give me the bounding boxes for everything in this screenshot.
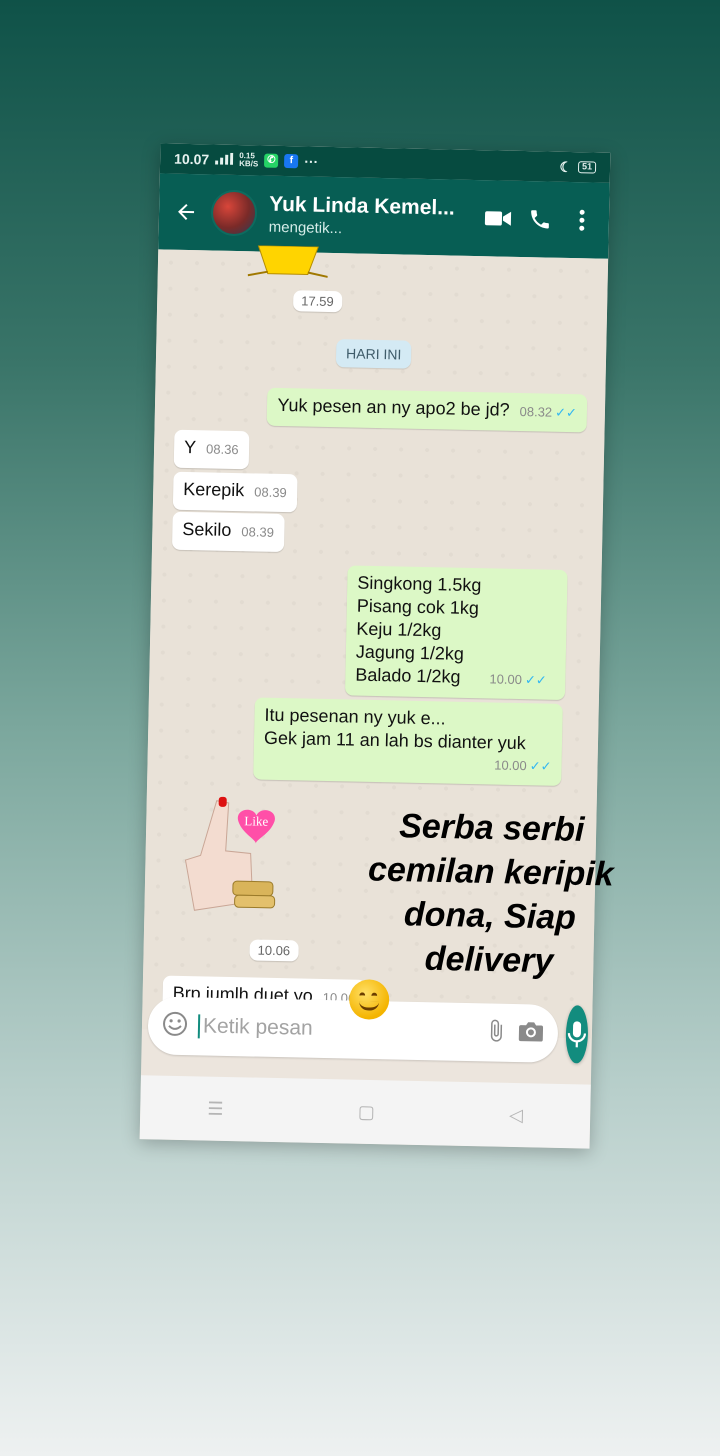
message-line: Jagung 1/2kg xyxy=(355,641,465,664)
message-time: 08.32 xyxy=(519,403,553,420)
contact-name: Yuk Linda Kemel... xyxy=(268,192,456,220)
moon-icon: ☾ xyxy=(559,158,573,175)
back-arrow-icon[interactable] xyxy=(169,200,203,225)
read-ticks-icon: ✓✓ xyxy=(554,404,578,421)
battery-indicator: 51 xyxy=(577,161,597,174)
nav-menu-icon[interactable]: ☰ xyxy=(207,1098,224,1119)
message-text: Sekilo xyxy=(182,518,232,540)
message-time: 08.39 xyxy=(254,484,287,501)
message-time: 08.36 xyxy=(205,441,239,458)
more-vert-icon[interactable] xyxy=(565,209,599,232)
caption-line: dona, Siap xyxy=(403,895,577,937)
whatsapp-notif-icon: ✆ xyxy=(264,153,279,168)
nav-back-icon[interactable]: ◁ xyxy=(509,1104,523,1125)
typing-status: mengetik... xyxy=(268,218,343,237)
caption-line: cemilan keripik xyxy=(367,850,615,894)
avatar[interactable] xyxy=(210,189,258,237)
facebook-notif-icon: f xyxy=(284,153,299,169)
sticker-partial-image xyxy=(247,245,328,278)
network-speed: 0.15 KB/S xyxy=(239,151,259,169)
message-text: Kerepik xyxy=(183,478,245,501)
sticker-time: 17.59 xyxy=(292,290,342,313)
message-time: 10.00 xyxy=(494,757,527,774)
message-time: 08.39 xyxy=(241,524,275,540)
chat-header: Yuk Linda Kemel... mengetik... xyxy=(158,173,610,259)
read-ticks-icon: ✓✓ xyxy=(524,672,547,688)
smiling-hug-emoji xyxy=(348,979,390,1020)
system-nav-bar: ☰ ▢ ◁ xyxy=(139,1075,591,1149)
promo-caption: Serba serbi cemilan keripik dona, Siap d… xyxy=(343,803,637,1025)
signal-icon xyxy=(215,152,234,168)
phone-icon[interactable] xyxy=(523,207,557,232)
video-call-icon[interactable] xyxy=(481,208,515,229)
message-outgoing[interactable]: Singkong 1.5kg Pisang cok 1kg Keju 1/2kg… xyxy=(344,565,568,700)
status-time: 10.07 xyxy=(173,150,210,168)
message-line: Balado 1/2kg xyxy=(355,664,461,687)
message-outgoing[interactable]: Itu pesenan ny yuk e... Gek jam 11 an la… xyxy=(253,697,563,786)
sticker-time: 10.06 xyxy=(249,939,299,962)
message-text: Yuk pesen an ny apo2 be jd? xyxy=(277,394,510,420)
message-time: 10.00 xyxy=(489,671,523,688)
like-sticker-label: Like xyxy=(244,813,268,829)
caption-word: delivery xyxy=(424,939,554,981)
message-outgoing[interactable]: Yuk pesen an ny apo2 be jd? 08.32 ✓✓ xyxy=(267,387,588,433)
like-sticker-image: Like xyxy=(184,796,276,911)
caption-line-last: delivery xyxy=(343,935,635,1025)
caption-line: Serba serbi xyxy=(398,807,585,849)
message-incoming[interactable]: Kerepik 08.39 xyxy=(172,471,298,513)
message-text: Y xyxy=(183,436,197,458)
nav-home-icon[interactable]: ▢ xyxy=(358,1101,375,1122)
message-incoming[interactable]: Sekilo 08.39 xyxy=(171,511,285,553)
message-incoming[interactable]: Y 08.36 xyxy=(173,429,250,470)
more-notif-icon: ··· xyxy=(304,153,319,170)
mic-icon xyxy=(567,1021,587,1048)
day-label: HARI INI xyxy=(335,339,412,369)
camera-icon[interactable] xyxy=(518,1020,545,1048)
contact-info[interactable]: Yuk Linda Kemel... mengetik... xyxy=(269,192,474,239)
emoji-icon[interactable] xyxy=(162,1010,189,1042)
read-ticks-icon: ✓✓ xyxy=(529,758,552,774)
